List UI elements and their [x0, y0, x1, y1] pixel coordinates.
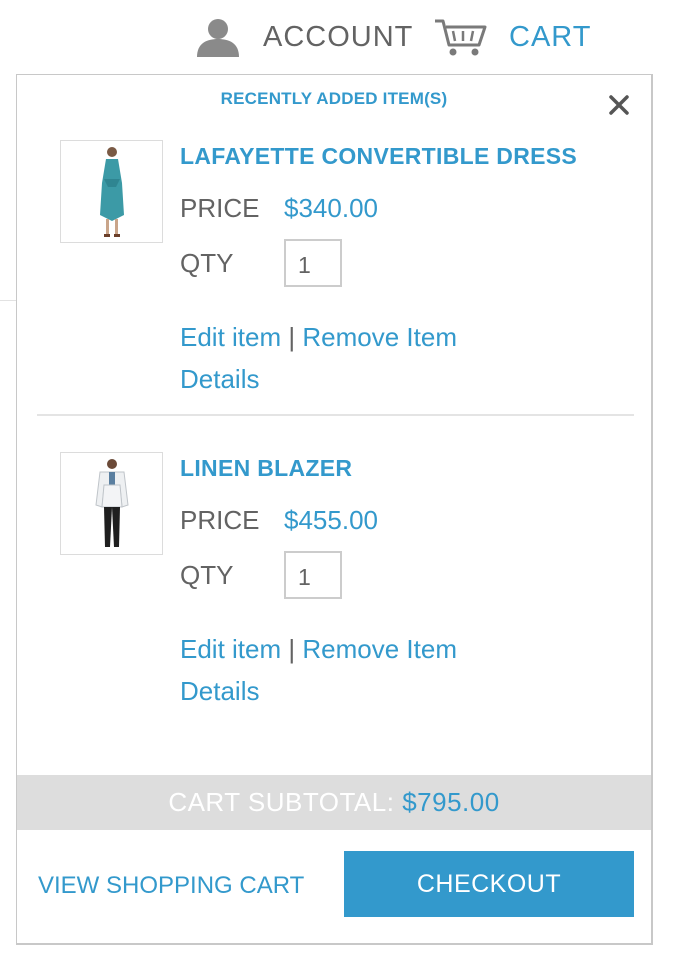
- checkout-button[interactable]: CHECKOUT: [344, 851, 634, 917]
- qty-label: QTY: [180, 247, 234, 278]
- product-thumbnail-blazer[interactable]: [60, 452, 163, 555]
- action-separator: |: [288, 634, 296, 664]
- subtotal-label: CART SUBTOTAL:: [168, 787, 395, 817]
- price-label: PRICE: [180, 193, 260, 223]
- item-actions: Edit item | Remove Item Details: [180, 628, 457, 712]
- action-separator: |: [288, 322, 296, 352]
- shopping-cart-icon: [433, 17, 487, 57]
- cart-subtotal-bar: CART SUBTOTAL: $795.00: [17, 775, 651, 830]
- user-icon: [195, 17, 241, 57]
- recently-added-title: RECENTLY ADDED ITEM(S): [220, 89, 448, 108]
- cart-label: CART: [509, 20, 592, 53]
- qty-input[interactable]: [284, 239, 342, 287]
- product-thumbnail-dress[interactable]: [60, 140, 163, 243]
- account-label: ACCOUNT: [263, 20, 414, 53]
- cart-link[interactable]: CART: [433, 18, 591, 56]
- price-value: $455.00: [284, 505, 378, 535]
- remove-item-link[interactable]: Remove Item: [302, 322, 457, 352]
- item-actions: Edit item | Remove Item Details: [180, 316, 457, 400]
- view-shopping-cart-link[interactable]: VIEW SHOPPING CART: [38, 872, 304, 900]
- price-label: PRICE: [180, 505, 260, 535]
- product-name-link[interactable]: LAFAYETTE CONVERTIBLE DRESS: [180, 143, 577, 170]
- product-name-link[interactable]: LINEN BLAZER: [180, 455, 352, 482]
- close-icon[interactable]: [607, 93, 631, 117]
- price-value: $340.00: [284, 193, 378, 223]
- qty-row: QTY: [180, 239, 342, 287]
- qty-input[interactable]: [284, 551, 342, 599]
- item-divider: [37, 414, 634, 416]
- blazer-image: [94, 458, 129, 547]
- remove-item-link[interactable]: Remove Item: [302, 634, 457, 664]
- minicart-dropdown: RECENTLY ADDED ITEM(S) LAFAYETTE CONVERT…: [16, 74, 653, 945]
- details-link[interactable]: Details: [180, 364, 259, 394]
- subtotal-value: $795.00: [402, 787, 500, 817]
- qty-label: QTY: [180, 559, 234, 590]
- dress-image: [99, 146, 124, 237]
- edit-item-link[interactable]: Edit item: [180, 634, 281, 664]
- qty-row: QTY: [180, 551, 342, 599]
- price-row: PRICE $340.00: [180, 193, 378, 224]
- edit-item-link[interactable]: Edit item: [180, 322, 281, 352]
- price-row: PRICE $455.00: [180, 505, 378, 536]
- details-link[interactable]: Details: [180, 676, 259, 706]
- account-link[interactable]: ACCOUNT: [195, 17, 414, 57]
